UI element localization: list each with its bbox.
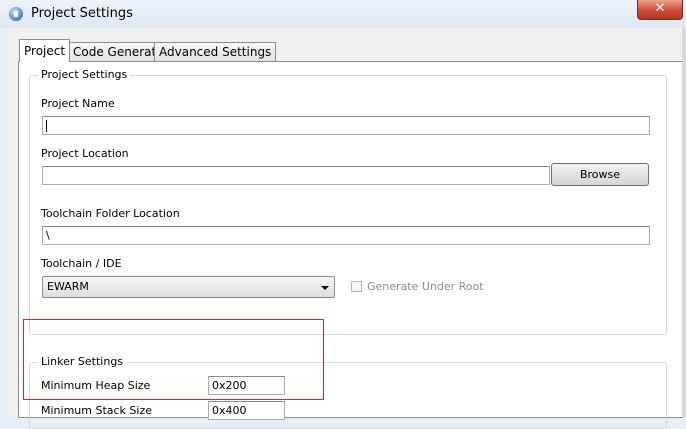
browse-button[interactable]: Browse [551, 163, 649, 186]
close-button[interactable]: ✕ [637, 0, 683, 20]
tab-panel-project: Project Settings Project Name Project Lo… [18, 61, 686, 429]
toolchain-folder-input[interactable]: \ [42, 226, 650, 245]
toolchain-ide-label: Toolchain / IDE [41, 257, 122, 270]
min-heap-label: Minimum Heap Size [41, 379, 151, 392]
toolchain-folder-label: Toolchain Folder Location [41, 207, 180, 220]
project-name-label: Project Name [41, 97, 115, 110]
chevron-down-icon [321, 286, 329, 290]
dialog-body: Project Code Generator Advanced Settings… [8, 28, 686, 429]
linker-settings-group: Linker Settings Minimum Heap Size 0x200 … [29, 355, 667, 429]
window-title: Project Settings [31, 6, 133, 21]
project-location-label: Project Location [41, 147, 129, 160]
app-icon [9, 7, 23, 21]
linker-settings-legend: Linker Settings [38, 355, 127, 368]
tab-project[interactable]: Project [19, 39, 71, 62]
project-settings-group: Project Settings Project Name Project Lo… [29, 68, 667, 335]
min-heap-input[interactable]: 0x200 [208, 376, 285, 395]
title-bar: Project Settings ✕ [0, 0, 686, 28]
min-stack-input[interactable]: 0x400 [208, 401, 285, 420]
project-settings-legend: Project Settings [38, 68, 131, 81]
toolchain-ide-select[interactable]: EWARM [42, 276, 335, 298]
project-name-input[interactable] [42, 116, 650, 135]
project-location-input[interactable] [42, 166, 550, 185]
text-caret [46, 120, 47, 132]
toolchain-ide-value: EWARM [47, 280, 89, 293]
generate-under-root-label: Generate Under Root [367, 280, 484, 293]
tab-advanced-settings[interactable]: Advanced Settings [154, 42, 277, 61]
min-stack-label: Minimum Stack Size [41, 404, 153, 417]
generate-under-root-checkbox[interactable] [351, 281, 362, 292]
window-edge [682, 28, 686, 418]
